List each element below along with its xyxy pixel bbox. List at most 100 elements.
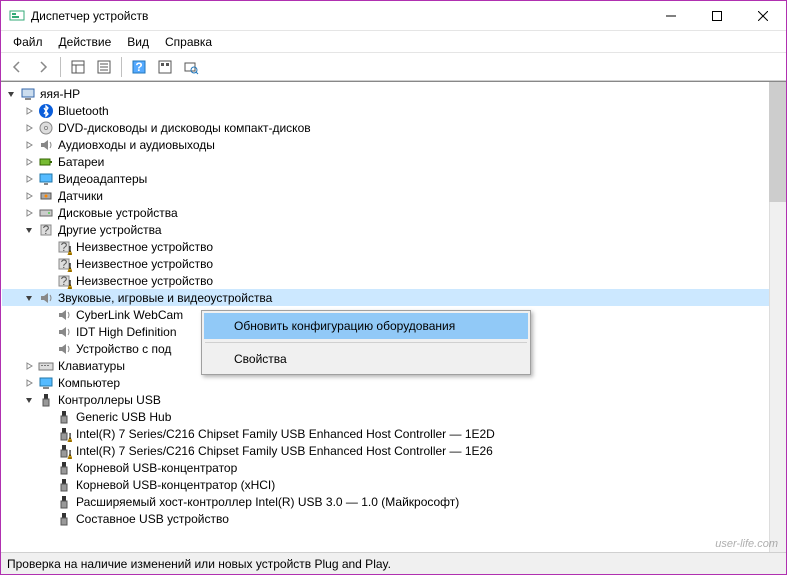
tree-row[interactable]: яяя-HP	[2, 85, 785, 102]
properties-button[interactable]	[92, 55, 116, 79]
tree-item-label: Неизвестное устройство	[76, 257, 213, 271]
tree-row[interactable]: Компьютер	[2, 374, 785, 391]
svg-text:!: !	[68, 260, 71, 272]
expander-icon[interactable]	[22, 376, 36, 390]
expander-icon[interactable]	[22, 155, 36, 169]
tree-row[interactable]: Видеоадаптеры	[2, 170, 785, 187]
tree-item-label: Батареи	[58, 155, 104, 169]
tree-row[interactable]: !Intel(R) 7 Series/C216 Chipset Family U…	[2, 442, 785, 459]
expander-icon[interactable]	[22, 138, 36, 152]
usb-icon	[38, 392, 54, 408]
sound-icon	[38, 290, 54, 306]
tree-item-label: IDT High Definition	[76, 325, 177, 339]
context-properties[interactable]: Свойства	[204, 346, 528, 372]
tree-item-label: DVD-дисководы и дисководы компакт-дисков	[58, 121, 311, 135]
tree-item-label: Bluetooth	[58, 104, 109, 118]
tree-item-label: Другие устройства	[58, 223, 162, 237]
help-button[interactable]: ?	[127, 55, 151, 79]
tree-row[interactable]: !Intel(R) 7 Series/C216 Chipset Family U…	[2, 425, 785, 442]
expander-icon[interactable]	[22, 189, 36, 203]
maximize-button[interactable]	[694, 1, 740, 30]
dvd-icon	[38, 120, 54, 136]
tree-row[interactable]: ?!Неизвестное устройство	[2, 272, 785, 289]
usb-icon	[56, 494, 72, 510]
tree-item-label: Корневой USB-концентратор	[76, 461, 237, 475]
tree-row[interactable]: Составное USB устройство	[2, 510, 785, 527]
titlebar: Диспетчер устройств	[1, 1, 786, 31]
tree-row[interactable]: Расширяемый хост-контроллер Intel(R) USB…	[2, 493, 785, 510]
view-button[interactable]	[153, 55, 177, 79]
menu-file[interactable]: Файл	[5, 33, 51, 51]
svg-text:?: ?	[61, 257, 68, 271]
svg-text:?: ?	[61, 274, 68, 288]
disk-icon	[38, 205, 54, 221]
usb-icon	[56, 511, 72, 527]
tree-item-label: Дисковые устройства	[58, 206, 178, 220]
battery-icon	[38, 154, 54, 170]
tree-item-label: Звуковые, игровые и видеоустройства	[58, 291, 272, 305]
sound-icon	[56, 324, 72, 340]
expander-icon[interactable]	[22, 359, 36, 373]
statusbar: Проверка на наличие изменений или новых …	[1, 552, 786, 574]
expander-icon[interactable]	[22, 206, 36, 220]
tree-row[interactable]: Контроллеры USB	[2, 391, 785, 408]
tree-row[interactable]: Корневой USB-концентратор (xHCI)	[2, 476, 785, 493]
scrollbar[interactable]	[769, 82, 786, 552]
forward-button[interactable]	[31, 55, 55, 79]
tree-row[interactable]: Звуковые, игровые и видеоустройства	[2, 289, 785, 306]
svg-text:!: !	[68, 243, 71, 255]
tree-row[interactable]: Аудиовходы и аудиовыходы	[2, 136, 785, 153]
tree-item-label: Контроллеры USB	[58, 393, 161, 407]
tree-item-label: яяя-HP	[40, 87, 80, 101]
toolbar-separator	[60, 57, 61, 77]
sensor-icon	[38, 188, 54, 204]
tree-row[interactable]: Bluetooth	[2, 102, 785, 119]
tree-item-label: Generic USB Hub	[76, 410, 171, 424]
expander-icon[interactable]	[22, 393, 36, 407]
unknown-warn-icon: ?!	[56, 256, 72, 272]
tree-row[interactable]: Корневой USB-концентратор	[2, 459, 785, 476]
status-text: Проверка на наличие изменений или новых …	[7, 557, 391, 571]
device-tree[interactable]: яяя-HP Bluetooth DVD-дисководы и дисководы…	[2, 83, 785, 529]
menu-help[interactable]: Справка	[157, 33, 220, 51]
tree-row[interactable]: Датчики	[2, 187, 785, 204]
svg-text:!: !	[68, 430, 71, 442]
tree-row[interactable]: Generic USB Hub	[2, 408, 785, 425]
usb-warn-icon: !	[56, 426, 72, 442]
expander-icon[interactable]	[22, 223, 36, 237]
back-button[interactable]	[5, 55, 29, 79]
tree-row[interactable]: ?! Неизвестное устройство	[2, 255, 785, 272]
tree-item-label: Неизвестное устройство	[76, 240, 213, 254]
tree-row[interactable]: ? Другие устройства	[2, 221, 785, 238]
tree-row[interactable]: Батареи	[2, 153, 785, 170]
tree-row[interactable]: DVD-дисководы и дисководы компакт-дисков	[2, 119, 785, 136]
audio-icon	[38, 137, 54, 153]
menu-view[interactable]: Вид	[119, 33, 157, 51]
context-scan-hardware[interactable]: Обновить конфигурацию оборудования	[204, 313, 528, 339]
sound-icon	[56, 341, 72, 357]
other-icon: ?	[38, 222, 54, 238]
usb-icon	[56, 460, 72, 476]
expander-icon[interactable]	[22, 291, 36, 305]
tree-row[interactable]: Дисковые устройства	[2, 204, 785, 221]
tree-item-label: CyberLink WebCam	[76, 308, 183, 322]
menu-action[interactable]: Действие	[51, 33, 120, 51]
tree-item-label: Составное USB устройство	[76, 512, 229, 526]
sound-icon	[56, 307, 72, 323]
tree-row[interactable]: ?!Неизвестное устройство	[2, 238, 785, 255]
scan-button[interactable]	[179, 55, 203, 79]
toolbar-separator	[121, 57, 122, 77]
minimize-button[interactable]	[648, 1, 694, 30]
display-icon	[38, 171, 54, 187]
expander-icon[interactable]	[22, 104, 36, 118]
show-hide-button[interactable]	[66, 55, 90, 79]
expander-icon[interactable]	[22, 172, 36, 186]
window-title: Диспетчер устройств	[31, 9, 648, 23]
tree-item-label: Расширяемый хост-контроллер Intel(R) USB…	[76, 495, 459, 509]
tree-item-label: Аудиовходы и аудиовыходы	[58, 138, 215, 152]
scrollbar-thumb[interactable]	[769, 82, 786, 202]
expander-icon[interactable]	[22, 121, 36, 135]
tree-item-label: Компьютер	[58, 376, 120, 390]
close-button[interactable]	[740, 1, 786, 30]
expander-icon[interactable]	[4, 87, 18, 101]
